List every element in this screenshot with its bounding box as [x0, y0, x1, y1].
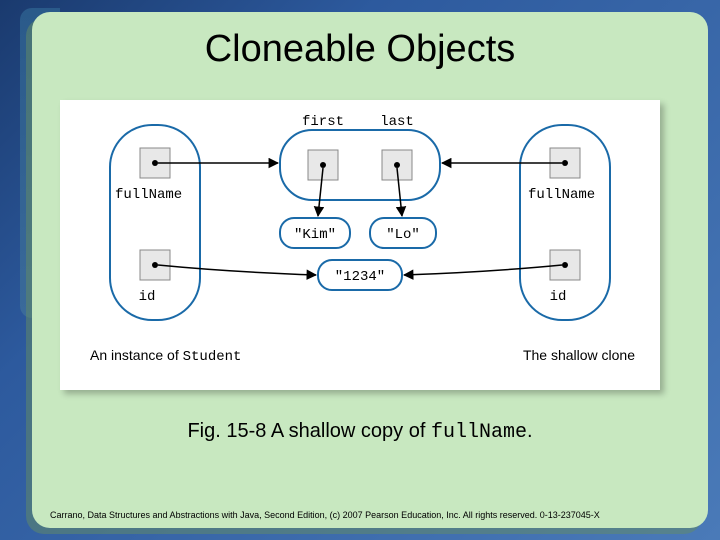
lo-value: "Lo" [386, 227, 420, 243]
right-fullname-label: fullName [528, 187, 595, 203]
arrow-right-id [404, 265, 562, 275]
caption-prefix: Fig. 15-8 A shallow copy of [187, 420, 430, 442]
left-fullname-label: fullName [115, 187, 182, 203]
shallow-copy-diagram: fullName id fullName id first last "Kim"… [60, 100, 660, 390]
right-clone-caption: The shallow clone [523, 347, 635, 363]
kim-value: "Kim" [294, 227, 336, 243]
left-id-label: id [139, 289, 156, 305]
caption-code: fullName [431, 421, 527, 444]
caption-suffix: . [527, 420, 533, 442]
left-instance-caption: An instance of Student [90, 347, 241, 365]
footer-copyright: Carrano, Data Structures and Abstraction… [50, 510, 690, 520]
last-label: last [380, 114, 414, 130]
first-label: first [302, 114, 344, 130]
slide-title: Cloneable Objects [0, 28, 720, 71]
num-value: "1234" [335, 269, 385, 285]
figure-panel: fullName id fullName id first last "Kim"… [60, 100, 660, 390]
arrow-left-id [158, 265, 316, 275]
figure-caption: Fig. 15-8 A shallow copy of fullName. [0, 420, 720, 444]
right-id-label: id [550, 289, 567, 305]
fullname-object-capsule [280, 130, 440, 200]
